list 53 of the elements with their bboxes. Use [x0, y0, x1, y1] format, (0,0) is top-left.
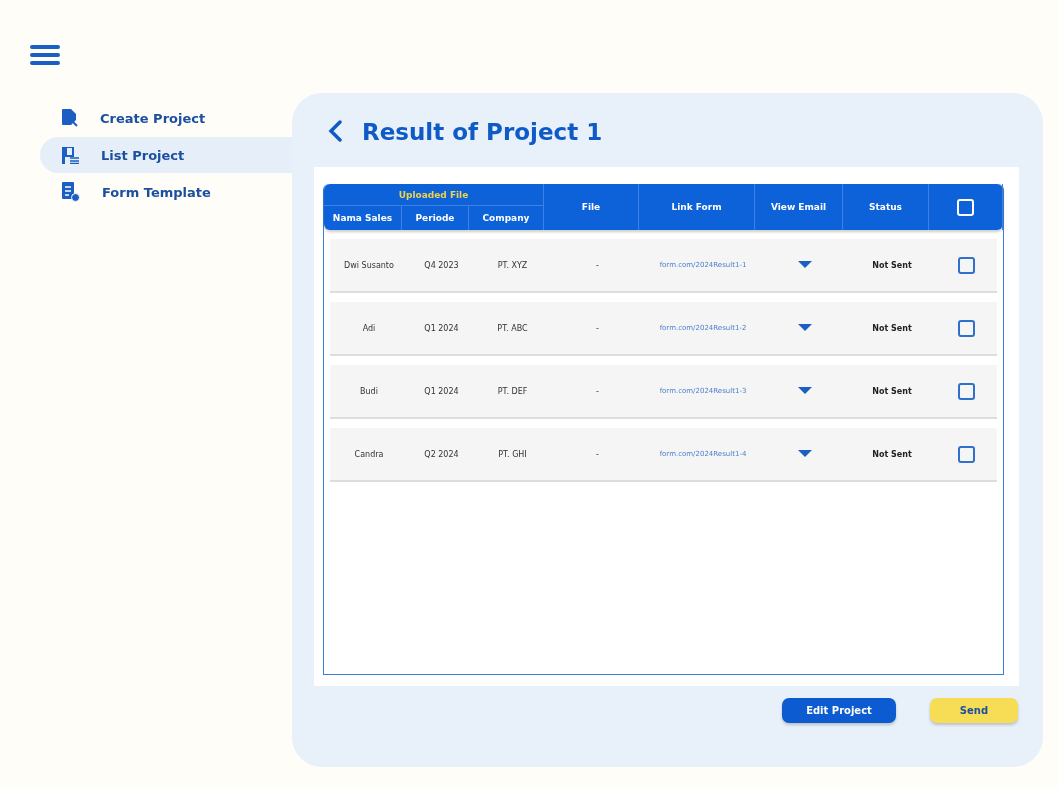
- caret-icon[interactable]: [798, 324, 812, 332]
- column-group-header: Uploaded File: [324, 184, 544, 206]
- table-cell-text: -: [595, 386, 600, 396]
- edit-button[interactable]: Edit Project: [782, 698, 896, 723]
- status-text: Not Sent: [871, 260, 913, 270]
- row-checkbox[interactable]: [957, 319, 975, 337]
- row-checkbox[interactable]: [957, 256, 975, 274]
- table-cell-text: -: [595, 449, 600, 459]
- document-plus-icon: [62, 182, 80, 202]
- status-text: Not Sent: [871, 386, 913, 396]
- back-button[interactable]: [326, 119, 344, 145]
- caret-icon[interactable]: [798, 387, 812, 395]
- sidebar-label: Create Project: [100, 110, 206, 126]
- send-button[interactable]: Send: [930, 698, 1018, 723]
- page-title: Result of Project 1: [362, 119, 603, 145]
- sidebar-item[interactable]: Create Project: [40, 100, 292, 136]
- table-cell-text: PT. ABC: [496, 323, 529, 333]
- column-header: View Email: [755, 184, 843, 230]
- row-checkbox[interactable]: [957, 445, 975, 463]
- column-header: Status: [843, 184, 929, 230]
- table-cell-text: Adi: [361, 323, 377, 333]
- table-cell-text: Q1 2024: [423, 323, 460, 333]
- column-header: Nama Sales: [324, 206, 402, 230]
- table-cell-text: Candra: [353, 449, 385, 459]
- table-cell-text: Q4 2023: [423, 260, 460, 270]
- column-header: Company: [469, 206, 544, 230]
- board-list-icon: [62, 146, 79, 164]
- table-cell-text: -: [595, 260, 600, 270]
- sidebar-item[interactable]: List Project: [40, 137, 292, 173]
- table-cell-text: PT. GHI: [497, 449, 528, 459]
- column-header: Periode: [402, 206, 469, 230]
- row-checkbox[interactable]: [957, 382, 975, 400]
- table-cell-text: PT. DEF: [496, 386, 529, 396]
- back-icon: [328, 119, 342, 142]
- menu-button[interactable]: [30, 42, 60, 68]
- sidebar-item[interactable]: Form Template: [40, 174, 292, 210]
- caret-icon[interactable]: [798, 261, 812, 269]
- table-cell-text: Q2 2024: [423, 449, 460, 459]
- column-header: File: [544, 184, 639, 230]
- table-cell-text: PT. XYZ: [496, 260, 529, 270]
- status-text: Not Sent: [871, 323, 913, 333]
- status-text: Not Sent: [871, 449, 913, 459]
- caret-icon[interactable]: [798, 450, 812, 458]
- sidebar-label: Form Template: [102, 184, 211, 200]
- select-all-checkbox[interactable]: [957, 198, 974, 216]
- sidebar-label: List Project: [101, 147, 185, 163]
- table-cell-text: Q1 2024: [423, 386, 460, 396]
- column-header: Link Form: [639, 184, 755, 230]
- table-cell-text: -: [595, 323, 600, 333]
- document-pen-icon: [62, 108, 78, 128]
- menu-icon: [30, 44, 60, 66]
- table-cell-text: Budi: [359, 386, 379, 396]
- table-cell-text: Dwi Susanto: [343, 260, 395, 270]
